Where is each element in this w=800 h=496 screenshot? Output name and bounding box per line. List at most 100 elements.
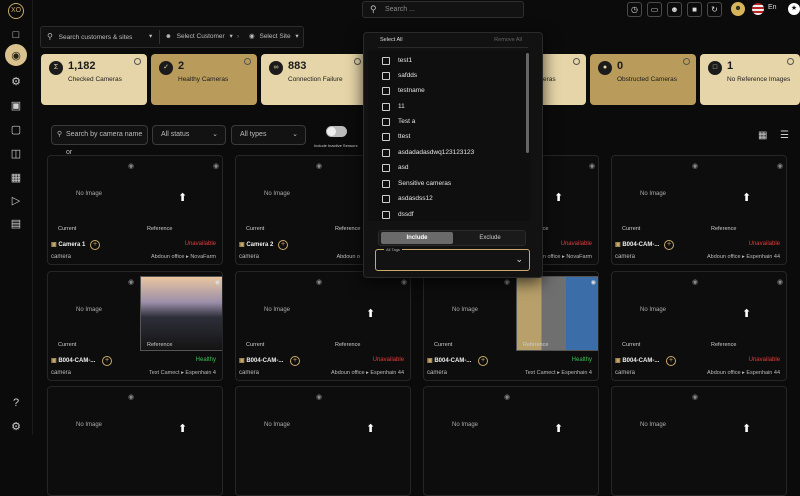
stat-healthy-cameras[interactable]: ✓ 2 Healthy Cameras xyxy=(151,54,257,105)
tag-option[interactable]: test1 xyxy=(382,54,412,68)
eye-icon[interactable]: ◉ xyxy=(128,162,134,170)
exclude-button[interactable]: Exclude xyxy=(455,232,525,244)
tag-option[interactable]: Sensitive cameras xyxy=(382,177,451,191)
eye-icon[interactable]: ◉ xyxy=(215,279,220,286)
stat-obstructed-cameras[interactable]: ● 0 Obstructed Cameras xyxy=(590,54,696,105)
building-icon[interactable]: ■ xyxy=(687,2,702,17)
camera-card[interactable]: ◉ No Image ⬆ xyxy=(611,386,787,496)
checkbox[interactable] xyxy=(382,164,390,172)
site-select[interactable]: ◉ Select Site ▾ xyxy=(249,27,305,47)
add-icon[interactable]: + xyxy=(478,356,488,366)
list-view-icon[interactable]: ☰ xyxy=(780,130,789,141)
user-icon[interactable]: ☻ xyxy=(667,2,682,17)
checkbox[interactable] xyxy=(382,72,390,80)
checkbox[interactable] xyxy=(382,211,390,219)
checkbox[interactable] xyxy=(382,103,390,111)
checkbox[interactable] xyxy=(382,149,390,157)
eye-icon[interactable]: ◉ xyxy=(5,44,27,66)
add-icon[interactable]: + xyxy=(664,240,674,250)
upload-icon[interactable]: ⬆ xyxy=(366,422,375,435)
checkbox[interactable] xyxy=(382,118,390,126)
eye-icon[interactable]: ◉ xyxy=(692,162,698,170)
add-icon[interactable]: + xyxy=(666,356,676,366)
customer-select[interactable]: ☻ Select Customer ▾ xyxy=(165,27,235,47)
eye-icon[interactable]: ◉ xyxy=(777,278,783,286)
play-icon[interactable]: ▷ xyxy=(8,192,24,208)
eye-icon[interactable]: ◉ xyxy=(589,162,595,170)
refresh-icon[interactable]: ↻ xyxy=(707,2,722,17)
checkbox[interactable] xyxy=(382,57,390,65)
camera-card[interactable]: ◉ No Image ◉ Current Reference ▣ B004-CA… xyxy=(47,271,223,381)
tag-option[interactable]: asd xyxy=(382,161,408,175)
inactive-sensors-toggle[interactable] xyxy=(326,126,347,137)
eye-icon[interactable]: ◉ xyxy=(316,278,322,286)
camera-card[interactable]: ◉ ◉ No Image ⬆ Current Reference ▣ B004-… xyxy=(235,271,411,381)
avatar[interactable]: ☻ xyxy=(731,2,745,16)
camera-search-input[interactable]: ⚲ Search by camera name or xyxy=(51,125,148,156)
eye-icon[interactable]: ◉ xyxy=(128,393,134,401)
notification-icon[interactable]: ★ xyxy=(788,3,800,15)
chat-icon[interactable]: □ xyxy=(8,27,24,43)
add-icon[interactable]: + xyxy=(290,356,300,366)
checkbox[interactable] xyxy=(382,87,390,95)
camera-card[interactable]: ◉ ◉ No Image ⬆ Current Reference ▣ Camer… xyxy=(47,155,223,265)
bag-icon[interactable]: ▤ xyxy=(8,215,24,231)
tags-select[interactable]: All Tags ⌄ xyxy=(375,247,530,271)
video-icon[interactable]: ▣ xyxy=(8,97,24,113)
gear-icon[interactable]: ⚙ xyxy=(8,73,24,89)
customer-search-input[interactable]: ⚲ Search customers & sites ▾ xyxy=(47,27,157,47)
remove-all-button[interactable]: Remove All xyxy=(494,37,522,43)
tag-option[interactable]: safdds xyxy=(382,69,417,83)
flag-icon[interactable] xyxy=(752,3,764,15)
map-icon[interactable]: ▦ xyxy=(8,169,24,185)
tag-option[interactable]: ttest xyxy=(382,130,410,144)
eye-icon[interactable]: ◉ xyxy=(504,278,510,286)
eye-icon[interactable]: ◉ xyxy=(777,162,783,170)
status-select[interactable]: All status ⌄ xyxy=(152,125,226,145)
upload-icon[interactable]: ⬆ xyxy=(178,422,187,435)
upload-icon[interactable]: ⬆ xyxy=(178,191,187,204)
upload-icon[interactable]: ⬆ xyxy=(742,422,751,435)
select-all-button[interactable]: Select All xyxy=(380,37,403,43)
tag-option[interactable]: testname xyxy=(382,84,425,98)
clock-icon[interactable]: ◷ xyxy=(627,2,642,17)
add-icon[interactable]: + xyxy=(278,240,288,250)
camera-card[interactable]: ◉ No Image ◉ Current Reference ▣ B004-CA… xyxy=(423,271,599,381)
tag-option[interactable]: Test a xyxy=(382,115,415,129)
eye-icon[interactable]: ◉ xyxy=(316,393,322,401)
nodes-icon[interactable]: ◫ xyxy=(8,145,24,161)
settings-icon[interactable]: ⚙ xyxy=(8,418,24,434)
stat-no-reference-images[interactable]: □ 1 No Reference Images xyxy=(700,54,800,105)
upload-icon[interactable]: ⬆ xyxy=(554,422,563,435)
tag-option[interactable]: asdasdss12 xyxy=(382,192,433,206)
tag-option[interactable]: dssdf xyxy=(382,208,414,222)
tag-option[interactable]: 11 xyxy=(382,100,405,114)
types-select[interactable]: All types ⌄ xyxy=(231,125,306,145)
eye-icon[interactable]: ◉ xyxy=(692,278,698,286)
add-icon[interactable]: + xyxy=(102,356,112,366)
language-selector[interactable]: En xyxy=(768,4,777,11)
eye-icon[interactable]: ◉ xyxy=(692,393,698,401)
upload-icon[interactable]: ⬆ xyxy=(366,307,375,320)
include-button[interactable]: Include xyxy=(381,232,453,244)
camera-card[interactable]: ◉ ◉ No Image ⬆ Current Reference ▣ B004-… xyxy=(611,155,787,265)
upload-icon[interactable]: ⬆ xyxy=(742,191,751,204)
global-search-input[interactable]: ⚲ Search ... xyxy=(362,1,524,18)
grid-view-icon[interactable]: ▦ xyxy=(758,130,767,141)
eye-icon[interactable]: ◉ xyxy=(128,278,134,286)
eye-icon[interactable]: ◉ xyxy=(316,162,322,170)
stat-checked-cameras[interactable]: Σ 1,182 Checked Cameras xyxy=(41,54,147,105)
camera-card[interactable]: ◉ No Image ⬆ xyxy=(47,386,223,496)
add-icon[interactable]: + xyxy=(90,240,100,250)
monitor-icon[interactable]: ▭ xyxy=(647,2,662,17)
eye-icon[interactable]: ◉ xyxy=(213,162,219,170)
eye-icon[interactable]: ◉ xyxy=(591,279,596,286)
camera-card[interactable]: ◉ No Image ⬆ xyxy=(235,386,411,496)
tag-option[interactable]: asdadadasdwq123123123 xyxy=(382,146,474,160)
checkbox[interactable] xyxy=(382,180,390,188)
camera-card[interactable]: ◉ ◉ No Image ⬆ Current Reference ▣ B004-… xyxy=(611,271,787,381)
checkbox[interactable] xyxy=(382,133,390,141)
lock-icon[interactable]: ▢ xyxy=(8,121,24,137)
upload-icon[interactable]: ⬆ xyxy=(742,307,751,320)
eye-icon[interactable]: ◉ xyxy=(504,393,510,401)
